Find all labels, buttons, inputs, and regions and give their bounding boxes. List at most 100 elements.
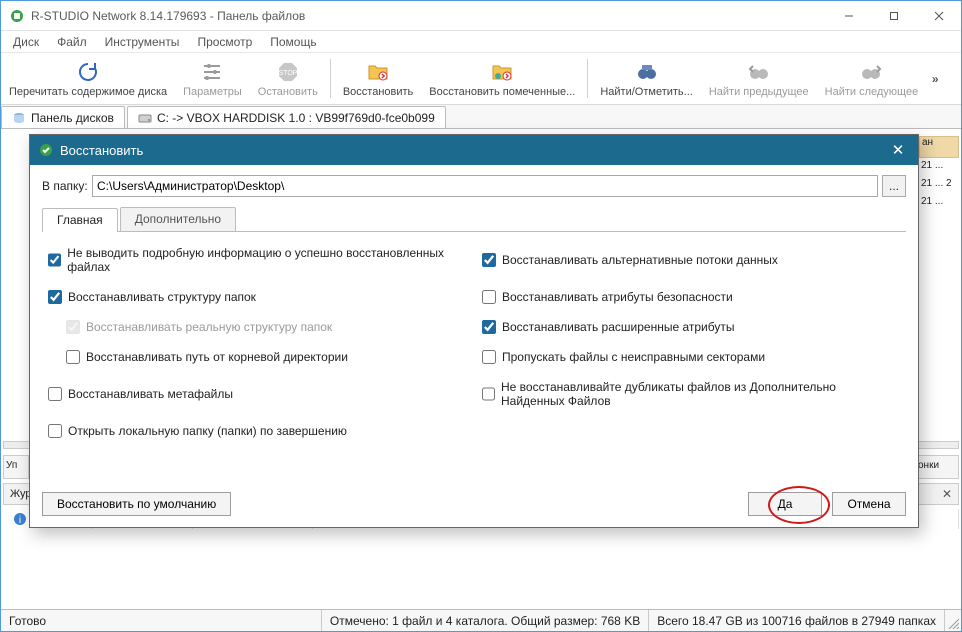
checkbox-label: Открыть локальную папку (папки) по завер… xyxy=(68,424,347,438)
list-item[interactable]: 21 ... xyxy=(919,160,959,178)
output-folder-row: В папку: ... xyxy=(42,175,906,197)
checkbox[interactable] xyxy=(48,253,61,267)
menu-file[interactable]: Файл xyxy=(49,33,95,51)
checkbox xyxy=(66,320,80,334)
checkbox-label: Не восстанавливайте дубликаты файлов из … xyxy=(501,380,900,408)
minimize-button[interactable] xyxy=(826,1,871,30)
checkbox-label: Восстанавливать путь от корневой директо… xyxy=(86,350,348,364)
opt-open-folder[interactable]: Открыть локальную папку (папки) по завер… xyxy=(48,424,466,438)
opt-ext-attrs[interactable]: Восстанавливать расширенные атрибуты xyxy=(482,320,900,334)
binoculars-icon xyxy=(635,60,659,84)
tab-label: Панель дисков xyxy=(31,111,114,125)
dialog-close-button[interactable]: ✕ xyxy=(878,135,918,165)
tab-main[interactable]: Главная xyxy=(42,208,118,232)
dialog-tabs: Главная Дополнительно xyxy=(42,207,906,232)
output-folder-label: В папку: xyxy=(42,179,92,193)
menu-tools[interactable]: Инструменты xyxy=(97,33,188,51)
opt-no-dup[interactable]: Не восстанавливайте дубликаты файлов из … xyxy=(482,380,900,408)
recover-icon xyxy=(38,142,54,158)
close-button[interactable] xyxy=(916,1,961,30)
maximize-button[interactable] xyxy=(871,1,916,30)
tab-label: C: -> VBOX HARDDISK 1.0 : VB99f769d0-fce… xyxy=(157,111,435,125)
checkbox[interactable] xyxy=(48,387,62,401)
opt-alt-streams[interactable]: Восстанавливать альтернативные потоки да… xyxy=(482,246,900,274)
checkbox-label: Восстанавливать метафайлы xyxy=(68,387,233,401)
window-title: R-STUDIO Network 8.14.179693 - Панель фа… xyxy=(31,9,305,23)
checkbox[interactable] xyxy=(482,253,496,267)
checkbox[interactable] xyxy=(482,290,496,304)
checkbox[interactable] xyxy=(48,424,62,438)
opt-folder-struct[interactable]: Восстанавливать структуру папок xyxy=(48,290,466,304)
opt-skip-bad[interactable]: Пропускать файлы с неисправными секторам… xyxy=(482,350,900,364)
checkbox-label: Восстанавливать атрибуты безопасности xyxy=(502,290,733,304)
toolbar-overflow[interactable]: » xyxy=(926,53,944,104)
browse-button[interactable]: ... xyxy=(882,175,906,197)
tool-find-prev[interactable]: Найти предыдущее xyxy=(701,53,817,104)
tool-reread[interactable]: Перечитать содержимое диска xyxy=(1,53,175,104)
resize-grip-icon[interactable] xyxy=(945,610,961,631)
status-ready: Готово xyxy=(1,610,322,631)
tab-drive-c[interactable]: C: -> VBOX HARDDISK 1.0 : VB99f769d0-fce… xyxy=(127,106,446,128)
checkbox[interactable] xyxy=(48,290,62,304)
output-folder-input[interactable] xyxy=(92,175,878,197)
app-icon xyxy=(9,8,25,24)
checkbox[interactable] xyxy=(482,350,496,364)
toolbar: Перечитать содержимое диска Параметры ST… xyxy=(1,53,961,105)
tool-find-next[interactable]: Найти следующее xyxy=(817,53,927,104)
binoculars-prev-icon xyxy=(747,60,771,84)
cancel-button[interactable]: Отмена xyxy=(832,492,906,516)
info-icon: i xyxy=(13,512,27,526)
status-marked: Отмечено: 1 файл и 4 каталога. Общий раз… xyxy=(322,610,649,631)
list-item[interactable]: 21 ... 2 xyxy=(919,178,959,196)
hard-drive-icon xyxy=(138,111,152,125)
checkbox[interactable] xyxy=(66,350,80,364)
tool-recover-marked[interactable]: Восстановить помеченные... xyxy=(421,53,583,104)
checkbox-label: Пропускать файлы с неисправными секторам… xyxy=(502,350,765,364)
tab-strip: Панель дисков C: -> VBOX HARDDISK 1.0 : … xyxy=(1,105,961,129)
ok-button[interactable]: Да xyxy=(748,492,822,516)
opt-sec-attrs[interactable]: Восстанавливать атрибуты безопасности xyxy=(482,290,900,304)
binoculars-next-icon xyxy=(859,60,883,84)
checkbox-label: Восстанавливать альтернативные потоки да… xyxy=(502,253,778,267)
background-peek: ан 21 ... 21 ... 2 21 ... xyxy=(919,136,959,214)
status-total: Всего 18.47 GB из 100716 файлов в 27949 … xyxy=(649,610,945,631)
columns-stub[interactable]: онки xyxy=(915,455,959,479)
tab-disk-panel[interactable]: Панель дисков xyxy=(1,106,125,128)
disk-icon xyxy=(12,111,26,125)
toolbar-separator-2 xyxy=(587,59,588,98)
journal-close-icon[interactable]: ✕ xyxy=(936,487,958,501)
checkbox-label: Восстанавливать структуру папок xyxy=(68,290,256,304)
tool-params[interactable]: Параметры xyxy=(175,53,250,104)
svg-text:STOP: STOP xyxy=(278,70,297,77)
tool-stop[interactable]: STOP Остановить xyxy=(250,53,326,104)
folder-restore-marked-icon xyxy=(490,60,514,84)
dialog-body: В папку: ... Главная Дополнительно Не вы… xyxy=(30,165,918,481)
menubar: Диск Файл Инструменты Просмотр Помощь xyxy=(1,31,961,53)
dialog-titlebar: Восстановить ✕ xyxy=(30,135,918,165)
options-grid: Не выводить подробную информацию о успеш… xyxy=(42,232,906,481)
menu-help[interactable]: Помощь xyxy=(262,33,324,51)
statusbar: Готово Отмечено: 1 файл и 4 каталога. Об… xyxy=(1,609,961,631)
checkbox[interactable] xyxy=(482,320,496,334)
tool-recover[interactable]: Восстановить xyxy=(335,53,421,104)
checkbox-label: Восстанавливать реальную структуру папок xyxy=(86,320,332,334)
tool-find-mark[interactable]: Найти/Отметить... xyxy=(592,53,700,104)
menu-disk[interactable]: Диск xyxy=(5,33,47,51)
reset-defaults-button[interactable]: Восстановить по умолчанию xyxy=(42,492,231,516)
sort-stub[interactable]: Уп xyxy=(3,455,29,479)
tab-advanced[interactable]: Дополнительно xyxy=(120,207,236,231)
titlebar: R-STUDIO Network 8.14.179693 - Панель фа… xyxy=(1,1,961,31)
svg-text:i: i xyxy=(19,515,21,526)
menu-view[interactable]: Просмотр xyxy=(189,33,260,51)
opt-real-struct: Восстанавливать реальную структуру папок xyxy=(66,320,466,334)
stop-icon: STOP xyxy=(276,60,300,84)
checkbox[interactable] xyxy=(482,387,495,401)
opt-root-path[interactable]: Восстанавливать путь от корневой директо… xyxy=(66,350,466,364)
opt-metafiles[interactable]: Восстанавливать метафайлы xyxy=(48,380,466,408)
toolbar-separator xyxy=(330,59,331,98)
column-header[interactable]: ан xyxy=(919,136,959,158)
list-item[interactable]: 21 ... xyxy=(919,196,959,214)
dialog-footer: Восстановить по умолчанию Да Отмена xyxy=(30,481,918,527)
opt-no-verbose[interactable]: Не выводить подробную информацию о успеш… xyxy=(48,246,466,274)
recover-dialog: Восстановить ✕ В папку: ... Главная Допо… xyxy=(29,134,919,528)
